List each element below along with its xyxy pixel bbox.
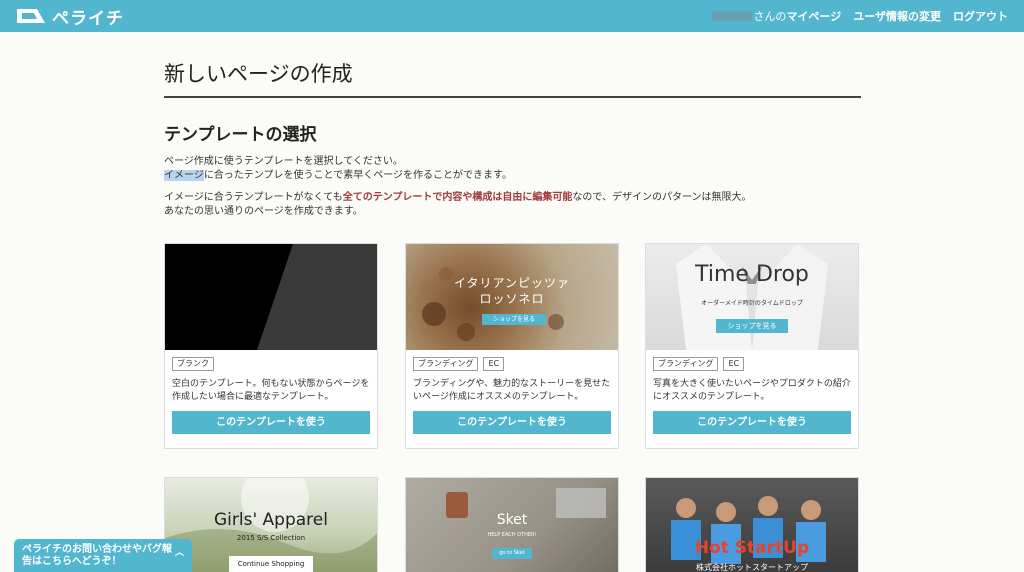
template-description: ブランディングや、魅力的なストーリーを見せたいページ作成にオススメのテンプレート… <box>413 379 611 402</box>
template-thumbnail[interactable]: Time Drop オーダーメイド時計のタイムドロップ ショップを見る <box>646 244 858 350</box>
description: ページ作成に使うテンプレートを選択してください。 イメージに合ったテンプレを使う… <box>164 155 861 183</box>
help-line-2: 告はこちらへどうぞ！ <box>22 556 122 567</box>
thumb-subtitle: 株式会社ホットスタートアップ <box>696 563 808 572</box>
thumb-title-line-2: ロッソネロ <box>479 292 545 306</box>
template-card-hotstartup[interactable]: Hot StartUp 株式会社ホットスタートアップ <box>645 477 859 572</box>
tag: ブランディング <box>653 357 719 371</box>
thumb-title-line-1: イタリアンピッツァ <box>453 276 571 290</box>
desc2-post: なので、デザインのパターンは無限大。 <box>572 192 752 203</box>
template-thumbnail[interactable]: Hot StartUp 株式会社ホットスタートアップ <box>646 478 858 572</box>
help-contact-tab[interactable]: ペライチのお問い合わせやバグ報 告はこちらへどうぞ！ ︿ <box>14 539 192 572</box>
thumb-subtitle: HELP EACH OTHER! <box>487 532 537 538</box>
template-thumbnail[interactable]: Sket HELP EACH OTHER! go to Sket <box>406 478 618 572</box>
use-template-button[interactable]: このテンプレートを使う <box>172 411 370 434</box>
main-content: 新しいページの作成 テンプレートの選択 ページ作成に使うテンプレートを選択してく… <box>164 58 861 219</box>
description-line-2: イメージに合ったテンプレを使うことで素早くページを作ることができます。 <box>164 169 861 183</box>
blank-thumbnail-graphic <box>165 244 377 350</box>
redacted-username <box>712 11 753 21</box>
template-thumbnail[interactable]: Girls' Apparel 2015 S/S Collection Conti… <box>165 478 377 572</box>
template-card-apparel[interactable]: Girls' Apparel 2015 S/S Collection Conti… <box>164 477 378 572</box>
tag-list: ブランディング EC <box>413 357 509 371</box>
description-2-line-2: あなたの思い通りのページを作成できます。 <box>164 206 363 217</box>
template-thumbnail[interactable]: イタリアンピッツァ ロッソネロ ショップを見る <box>406 244 618 350</box>
page-title: 新しいページの作成 <box>164 58 861 98</box>
mypage-link[interactable]: マイページ <box>786 8 841 24</box>
template-card-blank[interactable]: ブランク 空白のテンプレート。何もない状態からページを作成したい場合に最適なテン… <box>164 243 378 449</box>
use-template-button[interactable]: このテンプレートを使う <box>653 411 851 434</box>
use-template-button[interactable]: このテンプレートを使う <box>413 411 611 434</box>
tag: EC <box>483 357 505 371</box>
description-2-line-1: イメージに合うテンプレートがなくても全てのテンプレートで内容や構成は自由に編集可… <box>164 191 861 205</box>
desc2-emphasis: 全てのテンプレートで内容や構成は自由に編集可能 <box>342 192 573 203</box>
logo-text: ペライチ <box>52 8 124 29</box>
tag: EC <box>723 357 745 371</box>
tag-list: ブランディング EC <box>653 357 749 371</box>
thumb-title: Hot StartUp <box>694 538 810 558</box>
thumb-title: Girls' Apparel <box>214 510 328 530</box>
thumb-shop-button: ショップを見る <box>482 314 546 325</box>
tag: ブランク <box>172 357 214 371</box>
template-card-pizza[interactable]: イタリアンピッツァ ロッソネロ ショップを見る ブランディング EC ブランディ… <box>405 243 619 449</box>
tag: ブランディング <box>413 357 479 371</box>
template-description: 写真を大きく使いたいページやプロダクトの紹介にオススメのテンプレート。 <box>653 379 851 402</box>
thumb-shop-button: Continue Shopping <box>229 556 313 572</box>
description-line-2-rest: に合ったテンプレを使うことで素早くページを作ることができます。 <box>203 170 513 181</box>
help-line-1: ペライチのお問い合わせやバグ報 <box>22 544 172 555</box>
tag-list: ブランク <box>172 357 219 371</box>
thumb-subtitle: オーダーメイド時計のタイムドロップ <box>701 300 803 307</box>
section-title: テンプレートの選択 <box>164 125 317 145</box>
logout-link[interactable]: ログアウト <box>953 8 1008 24</box>
thumb-shop-button: go to Sket <box>492 548 532 559</box>
template-description: 空白のテンプレート。何もない状態からページを作成したい場合に最適なテンプレート。 <box>172 379 370 402</box>
user-settings-link[interactable]: ユーザ情報の変更 <box>853 8 941 24</box>
description-2: イメージに合うテンプレートがなくても全てのテンプレートで内容や構成は自由に編集可… <box>164 191 861 219</box>
logo-icon <box>17 9 45 23</box>
thumb-title: Time Drop <box>695 262 809 287</box>
thumb-subtitle: 2015 S/S Collection <box>236 534 306 542</box>
desc2-pre: イメージに合うテンプレートがなくても <box>164 192 343 203</box>
thumb-shop-button: ショップを見る <box>716 319 788 333</box>
top-bar: ペライチ さんの マイページ ユーザ情報の変更 ログアウト <box>0 0 1024 32</box>
owner-suffix: さんの <box>753 10 787 23</box>
logo[interactable]: ペライチ <box>16 6 124 29</box>
template-card-sket[interactable]: Sket HELP EACH OTHER! go to Sket <box>405 477 619 572</box>
template-card-timedrop[interactable]: Time Drop オーダーメイド時計のタイムドロップ ショップを見る ブランデ… <box>645 243 859 449</box>
shirt-photo <box>676 244 828 350</box>
user-nav: さんの マイページ ユーザ情報の変更 ログアウト <box>712 8 1008 24</box>
thumb-title: Sket <box>496 512 528 528</box>
template-thumbnail[interactable] <box>165 244 377 350</box>
highlighted-text: イメージ <box>164 170 204 181</box>
chevron-up-icon: ︿ <box>174 548 184 558</box>
description-line-1: ページ作成に使うテンプレートを選択してください。 <box>164 156 403 167</box>
